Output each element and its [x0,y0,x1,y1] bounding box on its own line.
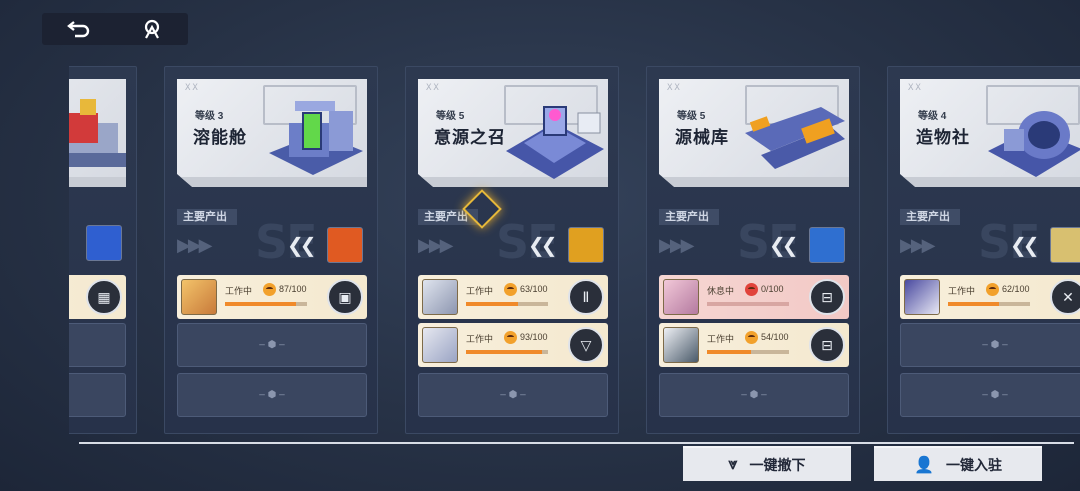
worker-slot[interactable]: 工作中 87/100 ▣ [177,275,367,319]
facility-art [988,111,1080,177]
worker-status: 休息中 [707,286,735,296]
facility-banner: XX 等级 5 源械库 [659,79,849,187]
empty-slot[interactable]: – ⬢ – [900,373,1080,417]
stamina-value: 62/100 [1002,284,1030,294]
facility-level: 等级 3 [195,111,224,122]
battery-icon [327,227,363,263]
worker-slot[interactable]: 工作中 54/100 ⊟ [659,323,849,367]
worker-status: 工作中 [466,334,494,344]
worker-portrait [422,279,458,315]
top-nav-bar [42,13,188,45]
home-button[interactable] [132,15,172,43]
stamina-value: 63/100 [520,284,548,294]
triangle-emblem-icon: ▽ [568,327,604,363]
empty-slot[interactable]: – ⬢ – [177,373,367,417]
role-icon: ▦ [86,279,122,315]
back-arrow-icon [66,21,89,38]
worker-slot[interactable]: 工作中 63/100 Ⅱ [418,275,608,319]
output-label: 主要产出 [659,209,719,225]
document-icon [86,225,122,261]
stamina-value: 93/100 [520,332,548,342]
worker-portrait [181,279,217,315]
facility-art [506,106,604,179]
worker-slot[interactable]: ▦ [69,275,126,319]
mood-icon [745,331,758,344]
facility-card-partial[interactable]: ▦ [69,66,137,434]
machine-icon: ⊟ [809,327,845,363]
facility-banner: XX 等级 5 意源之召 [418,79,608,187]
facility-card-rongneng[interactable]: XX 等级 3 溶能舱 主要产出 SE ▶▶▶ ❮❮ 工作中 87/100 ▣ [164,66,378,434]
mood-icon [504,283,517,296]
stamina-value: 87/100 [279,284,307,294]
back-button[interactable] [59,15,99,43]
divider [79,442,1074,444]
facility-banner: XX 等级 4 造物社 [900,79,1080,187]
output-label: 主要产出 [177,209,237,225]
facility-level: 等级 5 [677,111,706,122]
home-emblem-icon [144,19,159,39]
facility-banner [69,79,126,187]
stamina-bar [707,302,789,306]
machine-icon: ⊟ [809,279,845,315]
worker-status: 工作中 [707,334,735,344]
facility-card-yiyuan[interactable]: XX 等级 5 意源之召 主要产出 SE ▶▶▶ ❮❮ 工作中 63/100 Ⅱ [405,66,619,434]
empty-slot[interactable] [69,323,126,367]
stamina-bar [225,302,307,306]
worker-slot[interactable]: 休息中 0/100 ⊟ [659,275,849,319]
worker-portrait [663,279,699,315]
facility-art [745,107,845,169]
empty-slot[interactable]: – ⬢ – [659,373,849,417]
worker-slot[interactable]: 工作中 62/100 ✕ [900,275,1080,319]
facility-banner: XX 等级 3 溶能舱 [177,79,367,187]
withdraw-all-button[interactable]: ⩔ 一键撤下 [683,446,851,481]
facility-name: 溶能舱 [193,128,247,147]
scroll-icon [568,227,604,263]
worker-status: 工作中 [948,286,976,296]
empty-slot[interactable] [69,373,126,417]
empty-slot[interactable]: – ⬢ – [177,323,367,367]
mood-icon [504,331,517,344]
worker-slot[interactable]: 工作中 93/100 ▽ [418,323,608,367]
add-person-icon: 👤 [914,456,934,474]
facility-card-zaowu[interactable]: XX 等级 4 造物社 主要产出 SE ▶▶▶ ❮❮ 工作中 62/100 ✕ … [887,66,1080,434]
stamina-bar [948,302,1030,306]
facility-name: 意源之召 [434,128,506,147]
empty-slot[interactable]: – ⬢ – [900,323,1080,367]
tower-icon: Ⅱ [568,279,604,315]
mood-icon [263,283,276,296]
facility-name: 源械库 [675,128,729,147]
stamina-bar [466,302,548,306]
worker-status: 工作中 [225,286,253,296]
worker-portrait [422,327,458,363]
facility-level: 等级 4 [918,111,947,122]
stamina-bar [707,350,789,354]
output-label: 主要产出 [900,209,960,225]
cube-icon: ▣ [327,279,363,315]
stamina-value: 54/100 [761,332,789,342]
worker-status: 工作中 [466,286,494,296]
stamina-value: 0/100 [761,284,784,294]
wrench-icon: ✕ [1050,279,1080,315]
facility-level: 等级 5 [436,111,465,122]
station-all-button[interactable]: 👤 一键入驻 [874,446,1042,481]
withdraw-icon: ⩔ [728,455,738,473]
mood-icon [745,283,758,296]
worker-portrait [663,327,699,363]
worker-portrait [904,279,940,315]
withdraw-all-label: 一键撤下 [749,456,806,473]
crate-icon [1050,227,1080,263]
stamina-bar [466,350,548,354]
facility-card-yuanxie[interactable]: XX 等级 5 源械库 主要产出 SE ▶▶▶ ❮❮ 休息中 0/100 ⊟ 工… [646,66,860,434]
facility-art [269,101,363,175]
facility-art [69,99,126,167]
empty-slot[interactable]: – ⬢ – [418,373,608,417]
orb-icon [809,227,845,263]
facility-name: 造物社 [916,128,970,147]
facility-card-list[interactable]: ▦ XX 等级 3 溶能舱 主要产出 SE ▶▶▶ ❮❮ 工作中 87/100 … [69,60,1080,438]
mood-icon [986,283,999,296]
station-all-label: 一键入驻 [945,456,1002,473]
